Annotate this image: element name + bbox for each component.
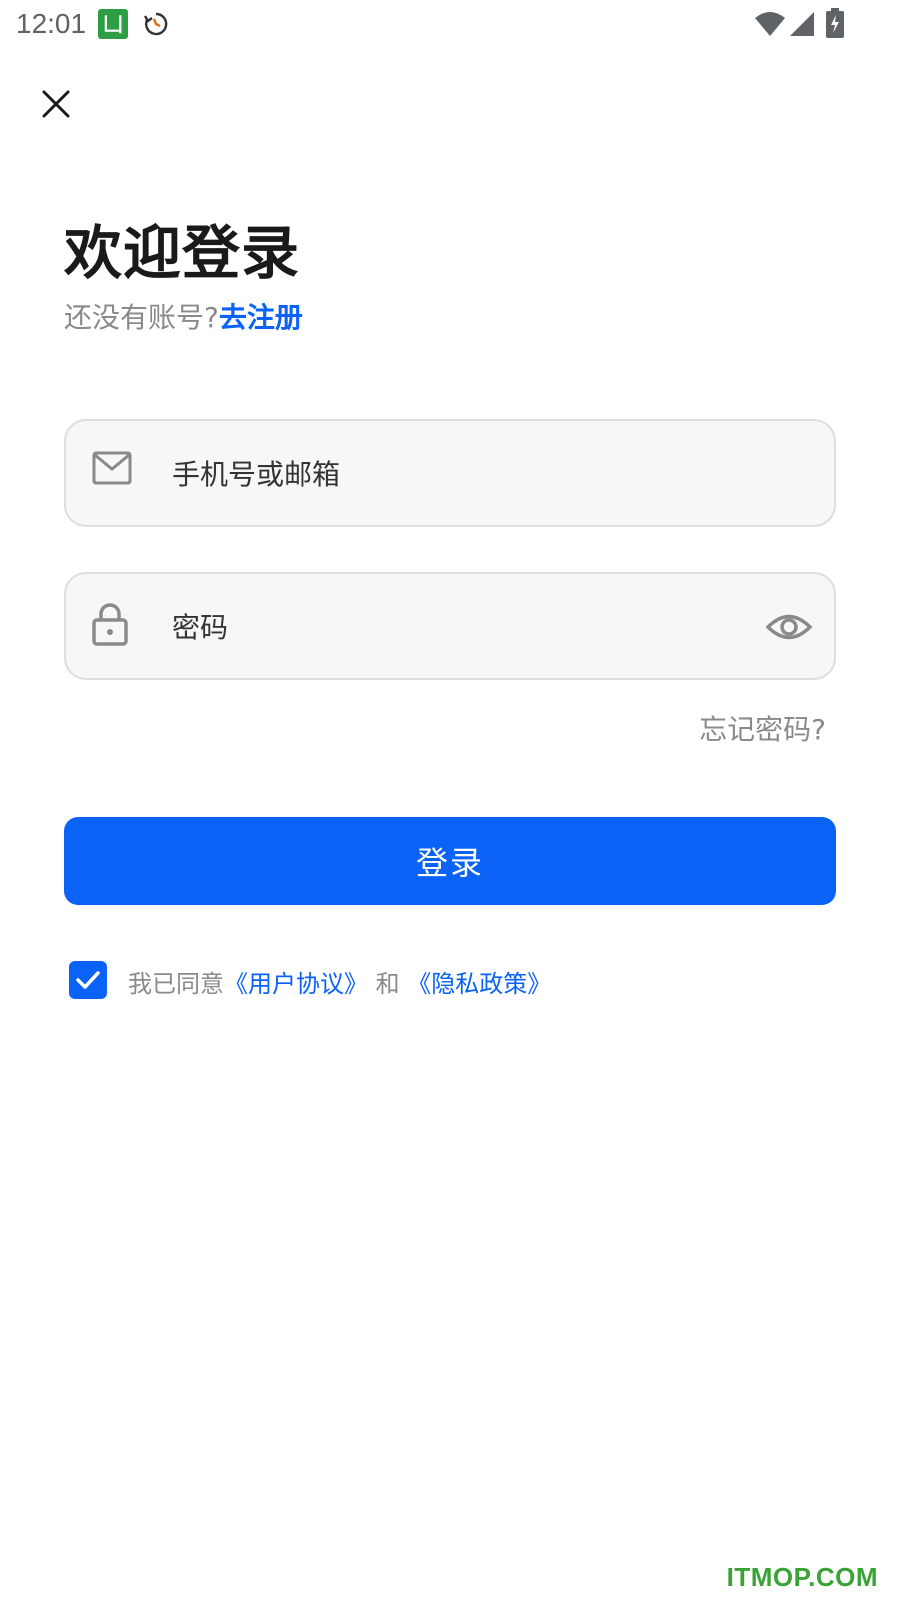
signal-icon <box>788 10 816 42</box>
lock-icon <box>92 602 128 650</box>
status-bar: 12:01 凵 <box>0 0 900 48</box>
close-icon <box>42 90 70 118</box>
agreement-text: 我已同意《用户协议》 和 《隐私政策》 <box>128 964 551 999</box>
no-account-text: 还没有账号? <box>64 301 219 334</box>
agreement-and: 和 <box>368 970 408 998</box>
privacy-policy-link[interactable]: 《隐私政策》 <box>407 970 551 998</box>
app-notification-icon: 凵 <box>98 9 128 39</box>
sync-icon <box>142 10 170 42</box>
battery-charging-icon <box>826 8 844 42</box>
password-input[interactable] <box>170 598 714 656</box>
register-prompt: 还没有账号?去注册 <box>64 296 303 336</box>
watermark: ITMOP.COM <box>726 1562 878 1592</box>
page-title: 欢迎登录 <box>64 219 301 287</box>
agreement-checkbox[interactable] <box>69 961 107 999</box>
status-time: 12:01 <box>16 8 87 39</box>
phone-email-field-container[interactable] <box>64 419 836 527</box>
phone-email-input[interactable] <box>170 445 714 503</box>
register-link[interactable]: 去注册 <box>219 301 303 334</box>
mail-icon <box>92 451 132 489</box>
wifi-icon <box>754 10 786 42</box>
close-button[interactable] <box>34 82 78 126</box>
agreement-prefix: 我已同意 <box>128 970 224 998</box>
check-icon <box>76 971 100 989</box>
login-button[interactable]: 登录 <box>64 817 836 905</box>
show-password-icon[interactable] <box>765 604 813 654</box>
password-field-container[interactable] <box>64 572 836 680</box>
user-agreement-link[interactable]: 《用户协议》 <box>224 970 368 998</box>
forgot-password-link[interactable]: 忘记密码? <box>699 708 826 748</box>
